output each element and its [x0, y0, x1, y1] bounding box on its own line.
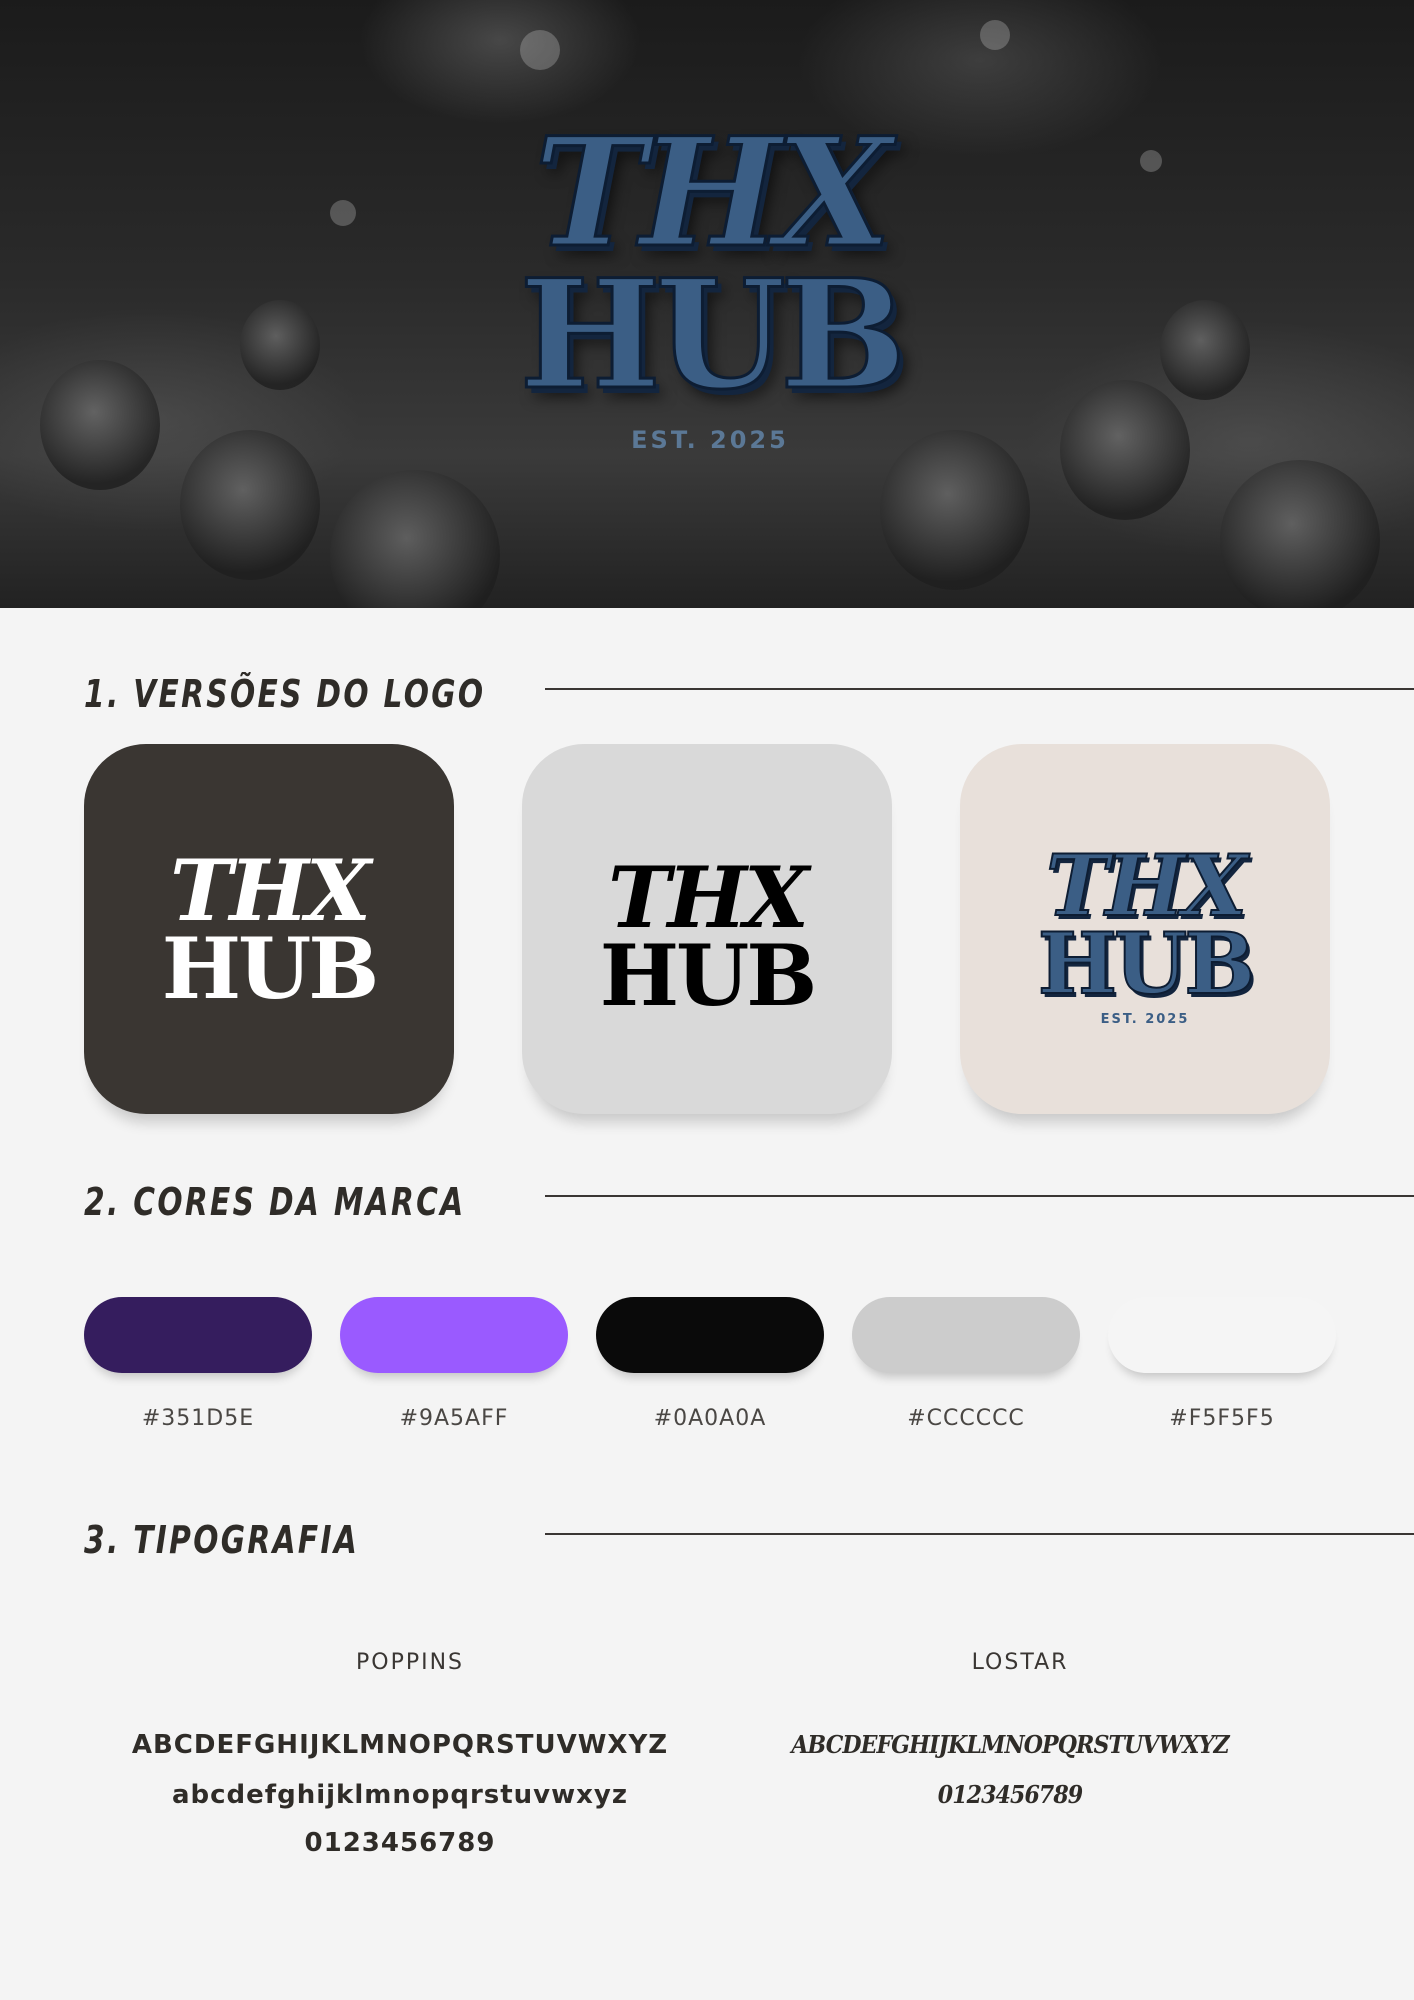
font-sample-digits: 0123456789: [937, 1780, 1083, 1809]
crowd-silhouette: [330, 470, 500, 608]
section-title-logo-versions: 1. VERSÕES DO LOGO: [84, 672, 486, 716]
color-swatch-purple: [340, 1297, 568, 1373]
section-title-brand-colors: 2. CORES DA MARCA: [84, 1180, 466, 1224]
hero-banner: THX HUB EST. 2025: [0, 0, 1414, 608]
crowd-silhouette: [40, 360, 160, 490]
logo-mark-black: THX HUB: [522, 856, 892, 1018]
font-sample-uppercase: ABCDEFGHIJKLMNOPQRSTUVWXYZ: [791, 1730, 1229, 1759]
font-name-display: LOSTAR: [971, 1650, 1069, 1675]
crowd-silhouette: [1060, 380, 1190, 520]
bokeh-light: [1140, 150, 1162, 172]
font-sample-lowercase: abcdefghijklmnopqrstuvwxyz: [171, 1780, 628, 1810]
logo-text-hub: HUB: [518, 247, 908, 423]
color-hex-label: #CCCCCC: [907, 1406, 1025, 1431]
logo-mark-color: THX HUB EST. 2025: [960, 843, 1330, 1028]
font-sample-digits: 0123456789: [304, 1828, 496, 1858]
logo-est-year: EST. 2025: [1100, 1012, 1190, 1027]
color-swatch-gray: [852, 1297, 1080, 1373]
logo-text-hub: HUB: [599, 926, 818, 1025]
logo-est-year: EST. 2025: [631, 426, 789, 454]
color-hex-label: #0A0A0A: [653, 1406, 767, 1431]
color-hex-label: #F5F5F5: [1169, 1406, 1275, 1431]
crowd-silhouette: [1220, 460, 1380, 608]
color-hex-label: #9A5AFF: [399, 1406, 509, 1431]
font-name-primary: POPPINS: [355, 1650, 465, 1675]
logo-tile-dark: THX HUB: [84, 744, 454, 1114]
crowd-silhouette: [240, 300, 320, 390]
color-swatch-black: [596, 1297, 824, 1373]
font-sample-uppercase: ABCDEFGHIJKLMNOPQRSTUVWXYZ: [131, 1730, 669, 1760]
crowd-silhouette: [1160, 300, 1250, 400]
bokeh-light: [330, 200, 356, 226]
logo-mark-white: THX HUB: [84, 849, 454, 1011]
logo-text-thx: THX: [533, 105, 894, 281]
section-divider: [545, 1195, 1414, 1197]
logo-tile-light: THX HUB: [522, 744, 892, 1114]
logo-tile-beige: THX HUB EST. 2025: [960, 744, 1330, 1114]
section-title-typography: 3. TIPOGRAFIA: [84, 1518, 360, 1562]
crowd-silhouette: [180, 430, 320, 580]
section-divider: [545, 1533, 1414, 1535]
hero-logo: THX HUB EST. 2025: [500, 105, 920, 498]
color-swatch-dark-purple: [84, 1297, 312, 1373]
logo-text-hub: HUB: [1037, 914, 1257, 1013]
section-divider: [545, 688, 1414, 690]
color-hex-label: #351D5E: [141, 1406, 255, 1431]
color-swatch-off-white: [1108, 1297, 1336, 1373]
bokeh-light: [980, 20, 1010, 50]
bokeh-light: [520, 30, 560, 70]
logo-text-hub: HUB: [161, 919, 380, 1018]
